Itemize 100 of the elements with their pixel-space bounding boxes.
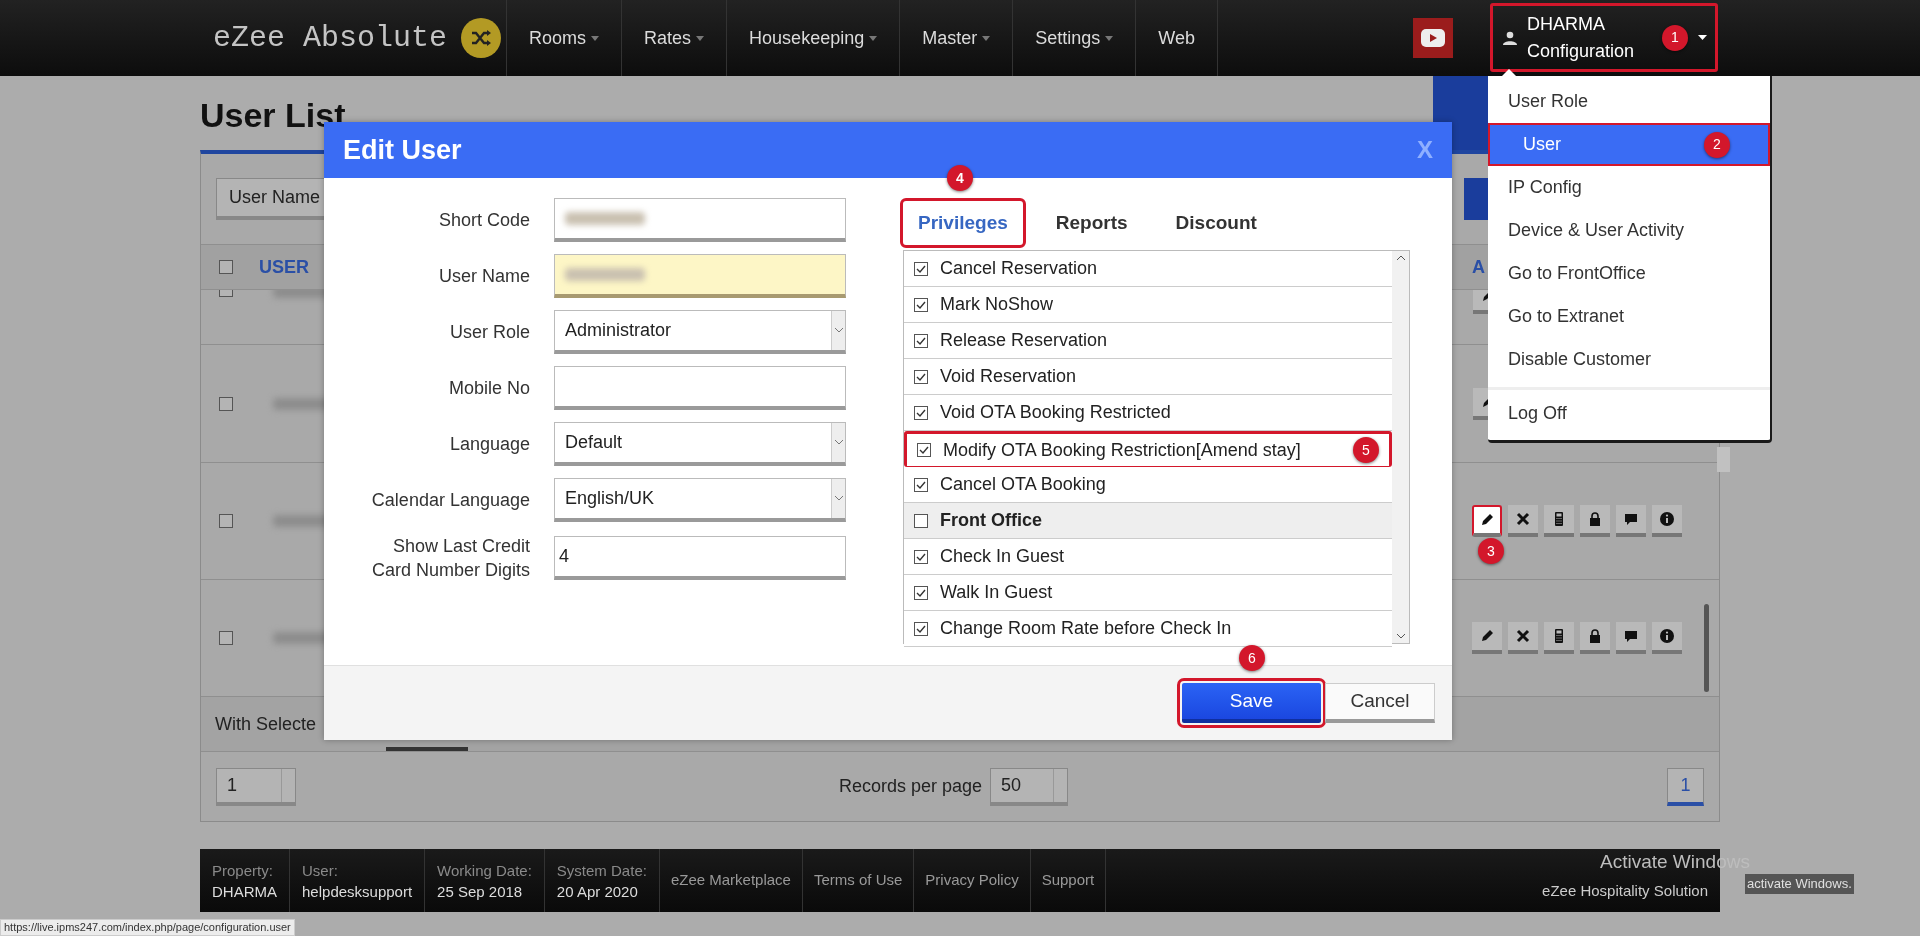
select-field[interactable]: Default — [554, 422, 846, 466]
chevron-down-icon — [834, 440, 843, 445]
lock-icon — [1587, 628, 1603, 644]
app-logo[interactable]: eZee Absolute — [213, 15, 448, 61]
nav-menu[interactable]: Rates — [621, 0, 727, 76]
user-menu[interactable]: DHARMA Configuration 1 — [1490, 3, 1718, 72]
input-field[interactable] — [554, 366, 846, 410]
edit-button[interactable] — [1472, 622, 1502, 654]
checkbox[interactable] — [917, 443, 931, 457]
menu-item[interactable]: Go to FrontOffice — [1488, 252, 1770, 295]
action-button[interactable] — [1544, 622, 1574, 654]
checkbox[interactable] — [914, 405, 928, 420]
checkbox[interactable] — [914, 621, 928, 636]
menu-item[interactable]: User 2 — [1488, 123, 1770, 166]
scrollbar[interactable] — [1392, 251, 1409, 643]
tab[interactable]: Discount — [1160, 201, 1272, 245]
menu-item[interactable]: Disable Customer — [1488, 338, 1770, 381]
nav-menu[interactable]: Rooms — [506, 0, 622, 76]
checkbox[interactable] — [219, 631, 233, 645]
caret-icon — [1105, 35, 1114, 41]
pencil-icon — [1479, 628, 1495, 644]
field-label: Short Code — [437, 209, 530, 232]
cancel-button[interactable]: Cancel — [1325, 683, 1435, 723]
checkbox[interactable] — [914, 333, 928, 348]
footer-link[interactable]: Terms of Use — [802, 849, 915, 912]
checkbox[interactable] — [219, 396, 233, 411]
edit-button[interactable] — [1473, 290, 1488, 314]
info-label: Working Date: — [437, 860, 532, 881]
step-badge: 3 — [1478, 538, 1504, 564]
shuffle-button[interactable] — [461, 18, 502, 58]
checkbox[interactable] — [914, 477, 928, 492]
action-button[interactable] — [1580, 505, 1610, 537]
privilege-row[interactable]: Front Office — [904, 503, 1392, 539]
checkbox[interactable] — [914, 549, 928, 564]
field-label: Show Last Credit Card Number Digits — [370, 535, 530, 582]
action-button[interactable] — [1544, 505, 1574, 537]
footer-link[interactable]: Support — [1030, 849, 1107, 912]
speech-bubble-icon — [1623, 628, 1639, 644]
menu-item[interactable]: User Role — [1488, 80, 1770, 123]
menu-item[interactable]: Device & User Activity — [1488, 209, 1770, 252]
lock-icon — [1587, 511, 1603, 527]
field-label: User Name — [437, 265, 530, 288]
action-button[interactable] — [1652, 622, 1682, 654]
privilege-row[interactable]: Modify OTA Booking Restriction[Amend stay] 5 — [904, 431, 1392, 467]
input-field[interactable]: 4 — [554, 536, 846, 580]
menu-item[interactable]: Log Off — [1488, 387, 1770, 436]
checkbox[interactable] — [914, 261, 928, 276]
checkbox[interactable] — [914, 297, 928, 312]
info-icon — [1659, 511, 1675, 527]
action-button[interactable] — [1652, 505, 1682, 537]
select-field[interactable]: Administrator — [554, 310, 846, 354]
action-button[interactable] — [1616, 505, 1646, 537]
privilege-label: Modify OTA Booking Restriction[Amend stay] — [943, 438, 1301, 462]
footer-link[interactable]: eZee Marketplace — [659, 849, 803, 912]
page-select[interactable]: 1 — [216, 767, 296, 806]
nav-menu[interactable]: Master — [899, 0, 1013, 76]
privilege-label: Release Reservation — [940, 329, 1108, 352]
nav-menu[interactable]: Web — [1135, 0, 1218, 76]
step-badge: 6 — [1239, 645, 1265, 671]
info-label: User: — [302, 860, 339, 881]
privilege-label: Void Reservation — [940, 365, 1077, 388]
action-button[interactable] — [1616, 622, 1646, 654]
step-badge: 4 — [947, 165, 973, 191]
play-icon — [1421, 29, 1445, 47]
nav-menu[interactable]: Housekeeping — [726, 0, 900, 76]
video-button[interactable] — [1413, 18, 1453, 58]
action-button[interactable] — [1508, 622, 1538, 654]
input-field[interactable] — [554, 254, 846, 298]
footer-link[interactable]: Privacy Policy — [914, 849, 1031, 912]
privilege-label: Mark NoShow — [940, 293, 1054, 316]
input-field[interactable] — [554, 198, 846, 242]
field-label: Language — [448, 433, 530, 456]
chevron-up-icon — [1396, 255, 1405, 260]
records-select[interactable]: 50 — [990, 767, 1069, 806]
pencil-icon — [1479, 512, 1495, 528]
nav-menu[interactable]: Settings — [1012, 0, 1136, 76]
checkbox[interactable] — [914, 513, 928, 528]
caret-icon — [1698, 35, 1707, 40]
tab[interactable]: Reports — [1040, 201, 1143, 245]
edit-button[interactable] — [1472, 505, 1502, 537]
info-value: 25 Sep 2018 — [437, 881, 524, 902]
scrollbar-thumb[interactable] — [1717, 447, 1730, 472]
action-button[interactable] — [1580, 622, 1610, 654]
chevron-down-icon — [834, 496, 843, 501]
action-button[interactable] — [1508, 505, 1538, 537]
page-link[interactable]: 1 — [1667, 767, 1704, 806]
caret-icon — [869, 35, 878, 41]
bulk-action-label: With Selecte — [215, 712, 317, 736]
scrollbar-thumb[interactable] — [1704, 604, 1709, 692]
checkbox[interactable] — [219, 514, 233, 528]
checkbox[interactable] — [914, 369, 928, 384]
edit-button[interactable] — [1473, 387, 1488, 420]
chevron-down-icon — [1396, 634, 1405, 639]
menu-item[interactable]: IP Config — [1488, 166, 1770, 209]
checkbox[interactable] — [219, 260, 233, 274]
select-field[interactable]: English/UK — [554, 478, 846, 522]
checkbox[interactable] — [914, 585, 928, 600]
menu-item[interactable]: Go to Extranet — [1488, 295, 1770, 338]
privilege-label: Walk In Guest — [940, 581, 1053, 604]
field-label: Mobile No — [447, 377, 530, 400]
